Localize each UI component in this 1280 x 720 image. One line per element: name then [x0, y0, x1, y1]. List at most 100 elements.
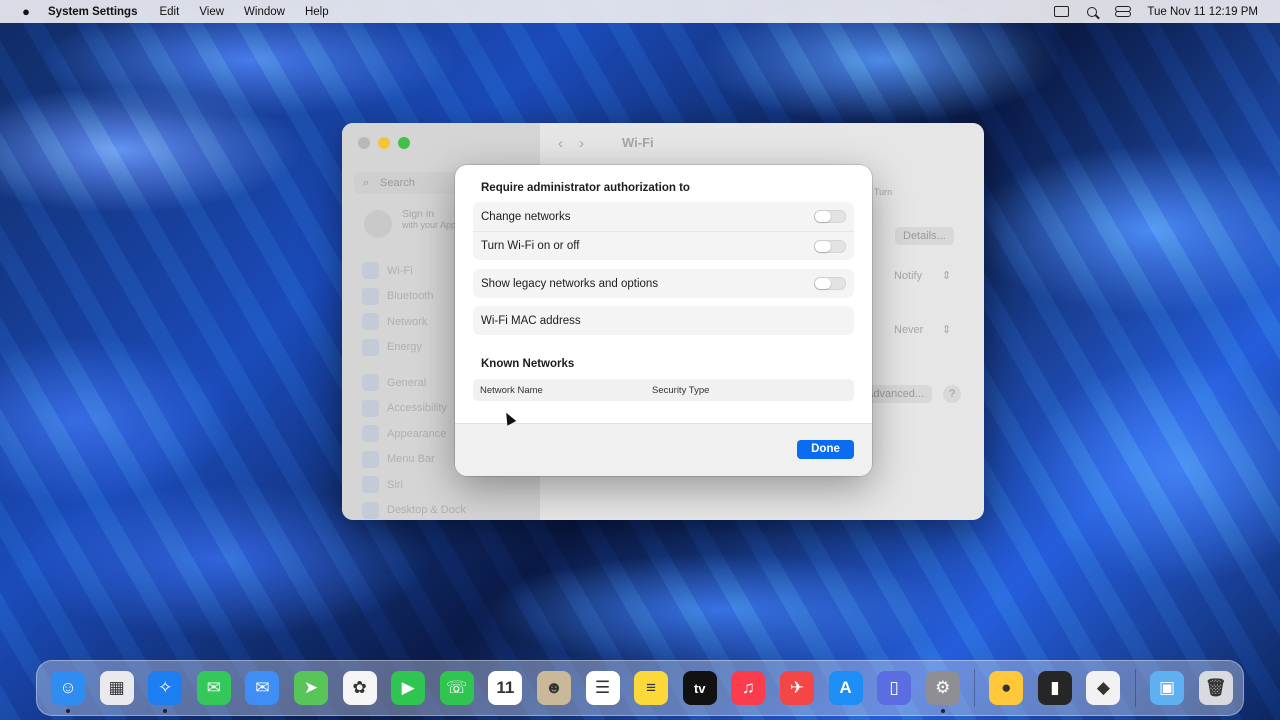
back-arrow-icon[interactable]: ‹	[558, 135, 563, 152]
dock-contacts-icon[interactable]: ☻	[536, 671, 571, 705]
instruments-glyph: ✈	[789, 678, 805, 697]
control-center-icon[interactable]	[1115, 6, 1132, 17]
dock-tv-icon[interactable]: tv	[682, 671, 717, 705]
contacts-glyph: ☻	[544, 678, 563, 697]
dock-trash-icon[interactable]: 🗑	[1198, 671, 1233, 705]
menu-bar: ● System Settings Edit View Window Help …	[0, 0, 1280, 23]
dock-system-settings-icon[interactable]: ⚙	[925, 671, 960, 713]
zoom-window-button[interactable]	[398, 137, 410, 149]
turn-label: Turn	[874, 187, 893, 197]
dock-sidecar-icon[interactable]: ▮	[1037, 671, 1072, 705]
notify-select[interactable]: Notify	[894, 270, 922, 282]
siri-icon	[362, 476, 379, 494]
dock-notes-icon[interactable]: ≡	[634, 671, 669, 705]
dock-photos-icon[interactable]: ✿	[342, 671, 377, 705]
dock-music-icon[interactable]: ♫	[731, 671, 766, 705]
dock-mail-icon[interactable]: ✉	[245, 671, 280, 705]
menu-bar-icon	[362, 450, 379, 468]
trash-glyph: 🗑	[1204, 678, 1227, 697]
known-networks-heading: Known Networks	[481, 358, 575, 370]
sidebar-item-label: Bluetooth	[387, 290, 434, 303]
app-store-glyph: A	[839, 678, 852, 697]
sidebar-item-label: General	[387, 376, 427, 389]
dock-launchpad-icon[interactable]: ▦	[99, 671, 134, 705]
column-header-security-type[interactable]: Security Type	[652, 385, 709, 396]
close-window-button[interactable]	[358, 137, 370, 149]
notes-glyph: ≡	[646, 678, 657, 697]
turn-wifi-row: Turn Wi-Fi on or off	[473, 231, 854, 260]
details-button[interactable]: Details...	[895, 227, 954, 245]
dock-maps-icon[interactable]: ➤	[293, 671, 328, 705]
launchpad-glyph: ▦	[108, 678, 125, 697]
automator-glyph: ◆	[1096, 678, 1110, 697]
phone-glyph: ☏	[446, 678, 468, 697]
network-icon	[362, 313, 379, 331]
dock-reminders-icon[interactable]: ☰	[585, 671, 620, 705]
bluetooth-icon	[362, 287, 379, 305]
sidebar-item-desktop-dock[interactable]: Desktop & Dock	[362, 498, 532, 521]
iphone-mirroring-glyph: ▯	[889, 678, 899, 697]
dock-downloads-icon[interactable]: ▣	[1150, 671, 1185, 705]
appearance-icon	[362, 425, 379, 443]
menu-view[interactable]: View	[199, 6, 224, 18]
running-indicator	[163, 709, 168, 713]
sidebar-item-label: Siri	[387, 478, 403, 491]
avatar	[364, 210, 392, 238]
dock-finder-icon[interactable]: ☺	[51, 671, 85, 713]
turn-wifi-label: Turn Wi-Fi on or off	[481, 240, 580, 252]
running-indicator	[66, 709, 70, 713]
sidebar-item-label: Appearance	[387, 427, 447, 440]
dock-facetime-icon[interactable]: ▶	[391, 671, 426, 705]
dock-safari-icon[interactable]: ✧	[148, 671, 183, 713]
menu-app-name[interactable]: System Settings	[48, 6, 137, 18]
never-select[interactable]: Never	[894, 324, 923, 336]
sidebar-item-label: Menu Bar	[387, 453, 435, 466]
dock-automator-icon[interactable]: ◆	[1086, 671, 1121, 705]
known-networks-table-header: Network Name Security Type	[473, 379, 854, 401]
sidecar-glyph: ▮	[1050, 678, 1060, 697]
energy-icon	[362, 338, 379, 356]
turn-wifi-toggle[interactable]	[814, 239, 846, 253]
spotlight-search-icon[interactable]	[1087, 6, 1098, 17]
search-icon: ⌕	[363, 177, 370, 189]
change-networks-toggle[interactable]	[814, 210, 846, 223]
legacy-options-group: Show legacy networks and options	[473, 269, 854, 298]
safari-glyph: ✧	[158, 678, 173, 697]
window-controls	[358, 137, 410, 149]
toggle-knob	[815, 240, 831, 252]
dock-tips-icon[interactable]: ●	[989, 671, 1024, 705]
menu-edit[interactable]: Edit	[159, 6, 179, 18]
accessibility-icon	[362, 399, 379, 417]
legacy-networks-toggle[interactable]	[814, 277, 846, 290]
dock-iphone-mirroring-icon[interactable]: ▯	[877, 671, 912, 705]
maps-glyph: ➤	[303, 678, 319, 697]
forward-arrow-icon[interactable]: ›	[579, 135, 584, 152]
dock-calendar-icon[interactable]: 11	[488, 671, 523, 705]
advanced-wifi-sheet: Require administrator authorization to C…	[455, 165, 872, 476]
help-button[interactable]: ?	[943, 385, 962, 403]
dock-messages-icon[interactable]: ✉	[196, 671, 231, 705]
known-networks-table-body[interactable]	[473, 401, 854, 424]
column-header-network-name[interactable]: Network Name	[480, 385, 543, 396]
dock-instruments-icon[interactable]: ✈	[779, 671, 814, 705]
downloads-glyph: ▣	[1159, 678, 1176, 697]
apple-logo-icon[interactable]: ●	[17, 4, 35, 19]
menu-help[interactable]: Help	[305, 6, 329, 18]
messages-glyph: ✉	[206, 678, 221, 697]
calendar-glyph: 11	[496, 678, 515, 697]
menu-window[interactable]: Window	[244, 6, 285, 18]
navigation-arrows: ‹ ›	[558, 135, 584, 152]
dock: ☺ ▦ ✧ ✉ ✉ ➤ ✿ ▶ ☏ 11 ☻ ☰ ≡ tv ♫ ✈ A ▯ ⚙ ● ▮ ◆ ▣ 🗑	[36, 660, 1244, 716]
screen-mirroring-icon[interactable]	[1054, 6, 1070, 17]
mac-address-row[interactable]: Wi-Fi MAC address	[473, 306, 854, 335]
done-button[interactable]: Done	[797, 440, 854, 459]
chevron-updown-icon: ⇕	[942, 324, 952, 336]
toggle-knob	[815, 211, 831, 222]
dock-phone-icon[interactable]: ☏	[439, 671, 474, 705]
sidebar-item-label: Energy	[387, 341, 422, 354]
menu-bar-clock[interactable]: Tue Nov 11 12:19 PM	[1147, 6, 1258, 18]
dock-app-store-icon[interactable]: A	[828, 671, 863, 705]
mac-address-label: Wi-Fi MAC address	[481, 314, 581, 327]
minimize-window-button[interactable]	[378, 137, 390, 149]
sheet-footer: Done	[455, 423, 872, 476]
